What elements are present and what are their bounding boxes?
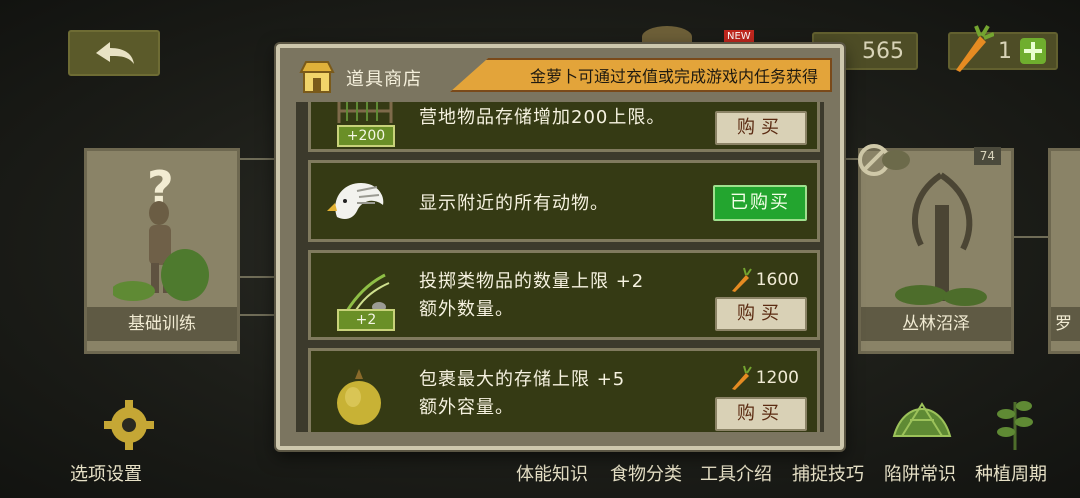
- nav-tools[interactable]: 工具介绍: [700, 460, 772, 486]
- path-connector: [1014, 236, 1048, 238]
- item-bonus-badge: +2: [337, 309, 395, 331]
- carrot-info-text: 金萝卜可通过充值或完成游戏内任务获得: [529, 67, 818, 86]
- back-button[interactable]: [68, 30, 160, 76]
- swamp-tree-icon: [895, 172, 987, 306]
- level-card-partial[interactable]: 罗: [1048, 148, 1080, 354]
- nav-planting[interactable]: 种植周期: [975, 460, 1047, 486]
- nav-catching[interactable]: 捕捉技巧: [792, 460, 864, 486]
- path-connector: [240, 158, 280, 160]
- item-description: 营地物品存储增加200上限。: [419, 107, 666, 128]
- purchased-button[interactable]: 已购买: [713, 185, 807, 221]
- shop-item-pack-capacity: 包裹最大的存储上限 +5 额外容量。 1200 购买: [308, 348, 820, 432]
- carrot-info-banner: 金萝卜可通过充值或完成游戏内任务获得: [450, 58, 832, 92]
- shop-item-throwable-capacity: +2 投掷类物品的数量上限 +2 额外数量。 1600 购买: [308, 250, 820, 340]
- carrot-icon: [731, 365, 752, 390]
- carrot-icon: [731, 267, 752, 292]
- plant-icon: [997, 401, 1033, 450]
- buy-button[interactable]: 购买: [715, 397, 807, 431]
- coin-count: 565: [862, 38, 904, 64]
- level-card-label: 罗: [1051, 307, 1080, 341]
- new-badge: NEW: [724, 24, 754, 43]
- level-number: 74: [973, 147, 1001, 165]
- trap-net-icon: [892, 402, 952, 437]
- nav-traps[interactable]: 陷阱常识: [884, 460, 956, 486]
- settings-label[interactable]: 选项设置: [70, 460, 142, 486]
- buy-button[interactable]: 购买: [715, 297, 807, 331]
- nav-fitness[interactable]: 体能知识: [516, 460, 588, 486]
- item-description: 显示附近的所有动物。: [419, 193, 609, 214]
- price-value: 1600: [755, 270, 799, 290]
- carrot-icon: [956, 24, 994, 72]
- item-bonus-badge: +200: [337, 125, 395, 147]
- level-card-label: 丛林沼泽: [861, 307, 1011, 341]
- price-value: 1200: [755, 368, 799, 388]
- item-description-line1: 包裹最大的存储上限 +5: [419, 369, 626, 390]
- item-price: 1200: [730, 365, 799, 391]
- gear-icon[interactable]: [84, 398, 174, 452]
- back-arrow-icon: [96, 42, 134, 64]
- carrot-count: 1: [998, 38, 1012, 64]
- storage-rack-icon: [337, 102, 393, 123]
- item-description-line1: 投掷类物品的数量上限 +2: [419, 271, 645, 292]
- add-carrots-button[interactable]: [1020, 38, 1046, 64]
- shop-header: 道具商店: [298, 60, 422, 96]
- nav-food[interactable]: 食物分类: [610, 460, 682, 486]
- shop-title: 道具商店: [346, 69, 422, 90]
- level-card-basic-training[interactable]: ? 基础训练: [84, 148, 240, 354]
- no-hunting-icon: [858, 144, 910, 176]
- item-description-line2: 额外容量。: [419, 397, 514, 418]
- level-card-label: 基础训练: [87, 307, 237, 341]
- shop-dialog: 道具商店 金萝卜可通过充值或完成游戏内任务获得 +200 营地物品存储增加200…: [276, 44, 844, 450]
- eagle-icon: [327, 183, 384, 219]
- pouch-icon: [337, 369, 381, 425]
- item-price: 1600: [730, 267, 799, 293]
- shop-item-storage: +200 营地物品存储增加200上限。 购买: [308, 102, 820, 152]
- shop-item-list[interactable]: +200 营地物品存储增加200上限。 购买 显示附近的所有动物。 已购买 +2: [296, 102, 824, 432]
- item-description-line2: 额外数量。: [419, 299, 514, 320]
- survivor-figure-icon: [113, 201, 209, 301]
- shop-icon: [299, 61, 335, 93]
- shop-item-animal-radar: 显示附近的所有动物。 已购买: [308, 160, 820, 242]
- buy-button[interactable]: 购买: [715, 111, 807, 145]
